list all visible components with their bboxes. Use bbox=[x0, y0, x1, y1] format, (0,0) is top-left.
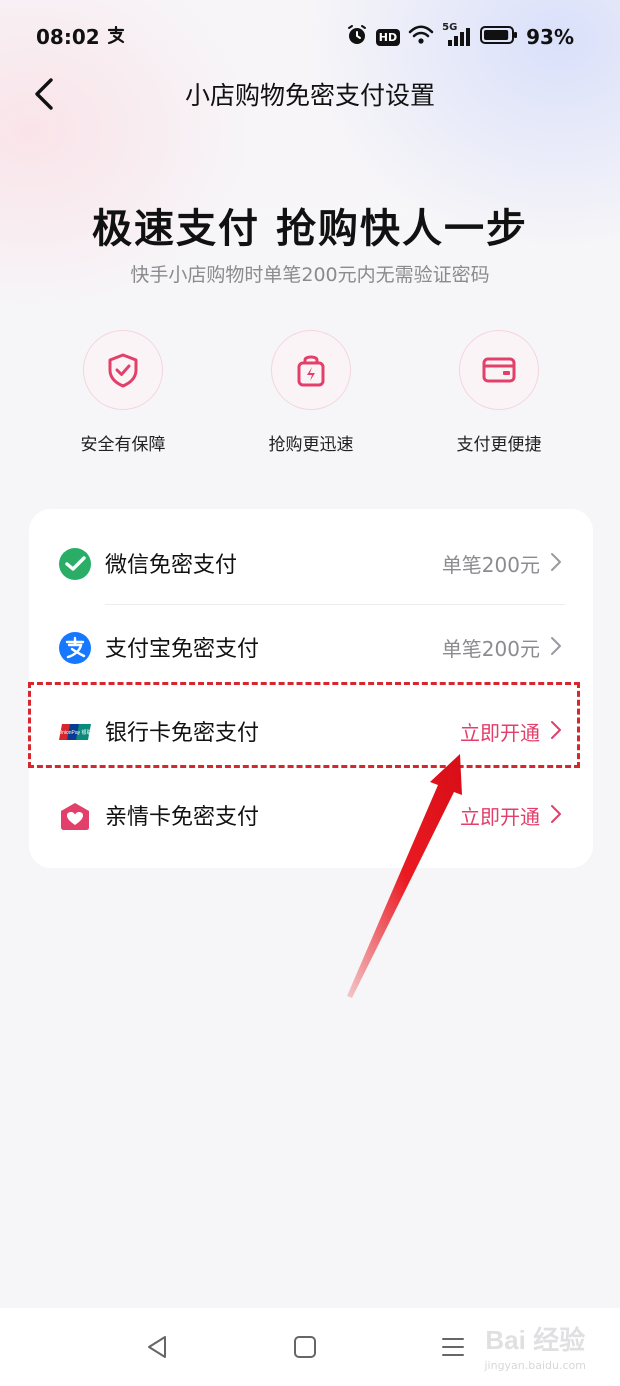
signal-icon: 5G bbox=[442, 22, 472, 48]
family-card-icon bbox=[58, 799, 92, 833]
chevron-right-icon bbox=[551, 805, 561, 823]
battery-icon bbox=[480, 25, 518, 49]
feature-convenience: 支付更便捷 bbox=[419, 330, 579, 455]
feature-security: 安全有保障 bbox=[43, 330, 203, 455]
row-wechat-payment[interactable]: 微信免密支付 单笔200元 bbox=[29, 521, 593, 605]
feature-speed: 抢购更迅速 bbox=[231, 330, 391, 455]
nav-home-button[interactable] bbox=[290, 1332, 320, 1362]
row-value: 单笔200元 bbox=[441, 553, 540, 577]
baidu-watermark: Bai 经验 jingyan.baidu.com bbox=[484, 1320, 586, 1372]
alipay-icon bbox=[58, 631, 92, 665]
card-icon bbox=[482, 357, 516, 383]
chevron-right-icon bbox=[551, 637, 561, 655]
feature-label: 安全有保障 bbox=[80, 435, 166, 455]
wechat-icon bbox=[58, 547, 92, 581]
hd-icon: HD bbox=[375, 28, 401, 46]
annotation-arrow-icon bbox=[347, 754, 462, 998]
row-label: 支付宝免密支付 bbox=[105, 637, 260, 662]
header: 小店购物免密支付设置 bbox=[0, 60, 620, 130]
feature-label: 抢购更迅速 bbox=[268, 435, 354, 455]
watermark-text: Bai 经验 bbox=[485, 1325, 586, 1355]
row-label: 亲情卡免密支付 bbox=[105, 805, 260, 830]
watermark-url: jingyan.baidu.com bbox=[484, 1359, 586, 1372]
nav-menu-button[interactable] bbox=[438, 1332, 468, 1362]
annotation-highlight-box bbox=[28, 682, 580, 768]
alipay-glyph-icon bbox=[106, 25, 126, 49]
status-time: 08:02 bbox=[36, 25, 100, 49]
nav-back-button[interactable] bbox=[143, 1332, 173, 1362]
feature-label: 支付更便捷 bbox=[456, 435, 542, 455]
row-label: 微信免密支付 bbox=[105, 553, 238, 578]
home-square-icon bbox=[294, 1336, 316, 1358]
row-alipay-payment[interactable]: 支付宝免密支付 单笔200元 bbox=[29, 605, 593, 689]
row-family-card-payment[interactable]: 亲情卡免密支付 立即开通 bbox=[29, 773, 593, 857]
battery-percent: 93% bbox=[526, 25, 574, 49]
chevron-right-icon bbox=[551, 553, 561, 571]
bag-lightning-icon bbox=[297, 355, 325, 387]
row-value: 单笔200元 bbox=[441, 637, 540, 661]
alarm-icon bbox=[346, 24, 368, 50]
menu-lines-icon bbox=[442, 1338, 464, 1356]
wifi-icon bbox=[408, 25, 434, 49]
system-nav-bar: Bai 经验 jingyan.baidu.com bbox=[0, 1308, 620, 1386]
hero-title: 极速支付 抢购快人一步 bbox=[92, 206, 528, 252]
hero-subtitle: 快手小店购物时单笔200元内无需验证密码 bbox=[130, 264, 490, 286]
page-title: 小店购物免密支付设置 bbox=[184, 81, 435, 110]
shield-check-icon bbox=[108, 353, 138, 388]
back-triangle-icon bbox=[148, 1336, 166, 1358]
